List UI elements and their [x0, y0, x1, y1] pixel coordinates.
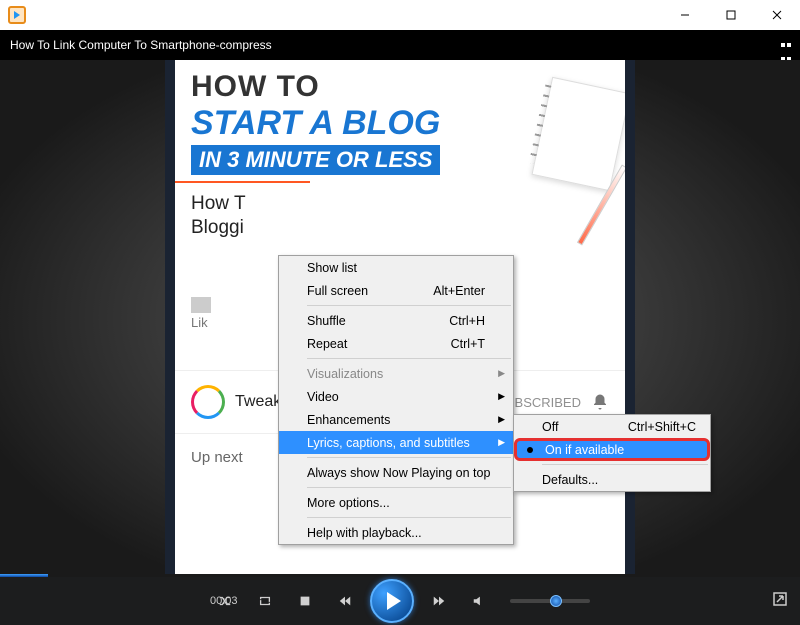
decorative-notepad — [505, 80, 625, 220]
previous-button[interactable] — [330, 586, 360, 616]
repeat-button[interactable] — [250, 586, 280, 616]
window-minimize[interactable] — [662, 0, 708, 30]
mute-button[interactable] — [464, 586, 494, 616]
menu-item[interactable]: ShuffleCtrl+H — [279, 309, 513, 332]
like-button: Lik — [191, 297, 211, 330]
yt-video-title-1: How T — [191, 193, 246, 214]
menu-item: Visualizations▶ — [279, 362, 513, 385]
app-icon — [8, 6, 26, 24]
window-close[interactable] — [754, 0, 800, 30]
menu-item[interactable]: Full screenAlt+Enter — [279, 279, 513, 302]
play-button[interactable] — [370, 579, 414, 623]
bell-icon — [591, 393, 609, 411]
video-progress-indicator — [175, 181, 310, 183]
submenu-item[interactable]: Defaults... — [514, 468, 710, 491]
channel-avatar — [191, 385, 225, 419]
player-area: How To Link Computer To Smartphone-compr… — [0, 30, 800, 577]
fullscreen-button[interactable] — [772, 591, 788, 612]
volume-thumb[interactable] — [550, 595, 562, 607]
banner-text-3: IN 3 MINUTE OR LESS — [191, 145, 440, 175]
menu-item[interactable]: Help with playback... — [279, 521, 513, 544]
stop-button[interactable] — [290, 586, 320, 616]
context-submenu-lyrics[interactable]: OffCtrl+Shift+COn if available Defaults..… — [513, 414, 711, 492]
yt-video-title-2: Bloggi — [191, 217, 244, 238]
window-maximize[interactable] — [708, 0, 754, 30]
menu-item[interactable]: RepeatCtrl+T — [279, 332, 513, 355]
menu-item[interactable]: Always show Now Playing on top — [279, 461, 513, 484]
menu-item[interactable]: Lyrics, captions, and subtitles▶ — [279, 431, 513, 454]
volume-slider[interactable] — [510, 599, 590, 603]
thumbs-up-icon — [191, 297, 211, 313]
menu-item[interactable]: Video▶ — [279, 385, 513, 408]
menu-item[interactable]: Enhancements▶ — [279, 408, 513, 431]
menu-item[interactable]: More options... — [279, 491, 513, 514]
now-playing-header: How To Link Computer To Smartphone-compr… — [0, 30, 800, 60]
window-titlebar — [0, 0, 800, 30]
next-button[interactable] — [424, 586, 454, 616]
menu-item[interactable]: Show list — [279, 256, 513, 279]
elapsed-time: 00:03 — [210, 595, 238, 607]
context-menu[interactable]: Show listFull screenAlt+Enter ShuffleCtrl… — [278, 255, 514, 545]
playback-controls: 00:03 — [0, 577, 800, 625]
video-file-title: How To Link Computer To Smartphone-compr… — [10, 38, 272, 52]
video-viewport[interactable]: HOW TO START A BLOG IN 3 MINUTE OR LESS … — [0, 60, 800, 577]
submenu-item[interactable]: OffCtrl+Shift+C — [514, 415, 710, 438]
up-next-label: Up next — [191, 449, 243, 466]
submenu-item[interactable]: On if available — [514, 438, 710, 461]
